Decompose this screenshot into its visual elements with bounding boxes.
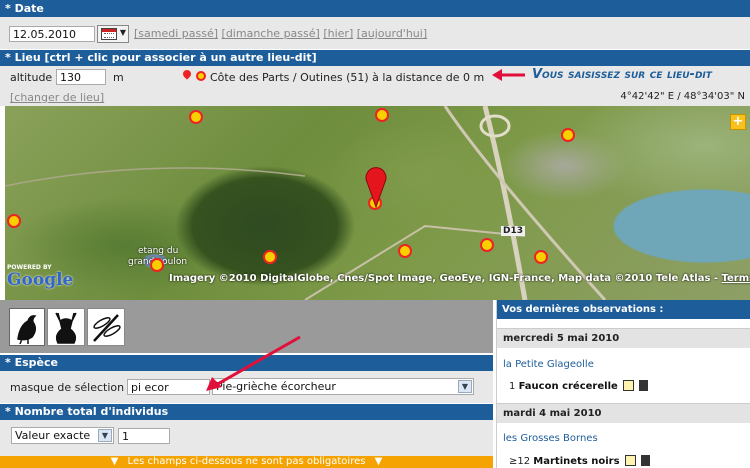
chevron-down-icon: ▼ [119, 28, 126, 37]
bird-icon [17, 315, 37, 345]
map-attribution: Imagery ©2010 DigitalGlobe, Cnes/Spot Im… [169, 273, 750, 284]
coordinates: 4°42'42" E / 48°34'03" N [620, 91, 745, 102]
map-marker[interactable] [534, 250, 548, 264]
arrow-annotation-icon [206, 335, 301, 391]
optional-fields-toggle[interactable]: ▼ Les champs ci-dessous ne sont pas obli… [0, 456, 493, 468]
observation-row: 1 Faucon crécerelle [509, 380, 649, 392]
map-marker[interactable] [7, 214, 21, 228]
trash-icon[interactable] [640, 455, 650, 466]
edit-icon[interactable] [624, 455, 636, 466]
place-text: Côte des Parts / Outines (51) à la dista… [210, 71, 485, 84]
optional-fields-text: Les champs ci-dessous ne sont pas obliga… [127, 456, 366, 467]
trash-icon[interactable] [639, 380, 649, 391]
recent-observations-header: Vos dernières observations : [497, 300, 750, 319]
tab-insects[interactable] [87, 308, 125, 346]
map-marker[interactable] [561, 128, 575, 142]
altitude-label: altitude [10, 71, 53, 84]
tab-mammals[interactable] [47, 308, 85, 346]
observation-species: Martinets noirs [533, 456, 620, 467]
mask-label: masque de sélection [10, 381, 125, 394]
date-section-header: * Date [0, 0, 750, 17]
arrow-annotation-icon [492, 69, 525, 81]
date-shortcuts: [samedi passé] [dimanche passé] [hier] [… [134, 27, 427, 40]
chevron-down-icon: ▼ [374, 456, 383, 467]
place-name: la Petite Glageolle [503, 359, 594, 370]
link-last-sunday[interactable]: [dimanche passé] [222, 27, 320, 40]
location-pin-icon[interactable] [365, 164, 387, 208]
recent-observations-panel: Vos dernières observations : mercredi 5 … [496, 300, 750, 468]
link-yesterday[interactable]: [hier] [323, 27, 353, 40]
count-input[interactable] [118, 428, 170, 444]
observation-row: ≥12 Martinets noirs [509, 455, 650, 467]
map-marker[interactable] [150, 258, 164, 272]
link-last-saturday[interactable]: [samedi passé] [134, 27, 218, 40]
calendar-button[interactable]: ▼ [97, 25, 129, 43]
date-input[interactable] [9, 26, 95, 42]
map-marker[interactable] [189, 110, 203, 124]
deer-icon [55, 312, 77, 344]
observation-dot-icon [196, 71, 206, 81]
map-marker[interactable] [263, 250, 277, 264]
map-marker[interactable] [398, 244, 412, 258]
dragonfly-icon [93, 314, 121, 342]
count-type-select[interactable]: Valeur exacte ▼ [11, 427, 114, 444]
date-section-title: * Date [5, 2, 44, 15]
change-place-link[interactable]: [changer de lieu] [10, 91, 104, 104]
count-type-selected: Valeur exacte [15, 429, 91, 442]
calendar-icon [101, 28, 117, 40]
place-name: les Grosses Bornes [503, 433, 598, 444]
espece-section-title: * Espèce [5, 356, 58, 369]
observation-count: ≥12 [509, 456, 531, 467]
map-marker[interactable] [480, 238, 494, 252]
count-section-title: * Nombre total d'individus [5, 405, 169, 418]
lieu-section-header: * Lieu [ctrl + clic pour associer à un a… [0, 50, 750, 66]
lieu-section-title: * Lieu [ctrl + clic pour associer à un a… [5, 51, 317, 64]
tab-birds[interactable] [9, 308, 45, 346]
satellite-map[interactable]: D13 etang du grand coulon + POWERED BY G… [5, 106, 750, 300]
count-section-header: * Nombre total d'individus [0, 404, 493, 420]
road-label-d13: D13 [501, 226, 525, 236]
observation-count: 1 [509, 381, 516, 392]
chevron-down-icon: ▼ [110, 456, 119, 467]
day-header: mardi 4 mai 2010 [497, 403, 750, 423]
altitude-unit: m [113, 71, 124, 84]
link-today[interactable]: [aujourd'hui] [357, 27, 427, 40]
selection-mask-input[interactable] [127, 379, 210, 395]
altitude-input[interactable] [56, 69, 106, 85]
google-logo: POWERED BY Google [7, 264, 74, 290]
chevron-down-icon: ▼ [458, 380, 472, 393]
map-marker[interactable] [375, 108, 389, 122]
day-header: mercredi 5 mai 2010 [497, 328, 750, 348]
edit-icon[interactable] [622, 380, 634, 391]
chevron-down-icon: ▼ [98, 429, 112, 442]
plus-icon: + [732, 114, 744, 129]
map-zoom-button[interactable]: + [730, 114, 746, 130]
observation-species: Faucon crécerelle [518, 381, 618, 392]
annotation-text: Vous saisissez sur ce lieu-dit [532, 67, 712, 82]
pond-label-line1: etang du [138, 246, 179, 256]
terms-of-use-link[interactable]: Terms of Use [722, 273, 750, 284]
